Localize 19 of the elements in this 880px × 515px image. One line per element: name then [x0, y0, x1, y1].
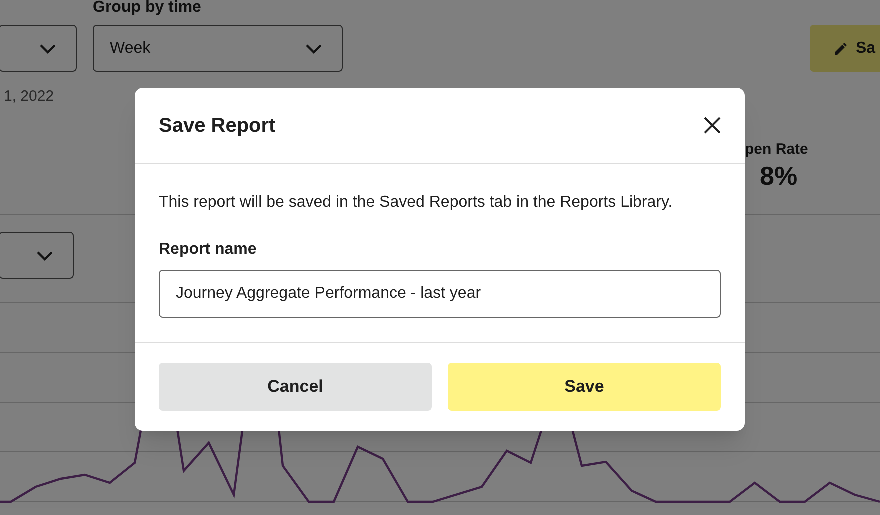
report-name-field[interactable]: Journey Aggregate Performance - last year: [159, 270, 721, 318]
pencil-icon: [834, 42, 848, 56]
chevron-down-icon: [37, 250, 53, 260]
dialog-title: Save Report: [159, 114, 276, 138]
close-icon[interactable]: [704, 117, 721, 134]
dialog-message: This report will be saved in the Saved Reports tab in the Reports Library.: [159, 193, 674, 213]
metric-value: 8%: [759, 160, 798, 192]
group-by-dropdown[interactable]: Week: [93, 25, 343, 72]
metric-label: pen Rate: [745, 140, 808, 160]
cancel-button[interactable]: Cancel: [159, 363, 432, 411]
metric-dropdown[interactable]: [0, 232, 74, 279]
save-button[interactable]: Save: [448, 363, 721, 411]
chevron-down-icon: [40, 44, 56, 54]
date-range-text: 1, 2022: [3, 87, 56, 107]
save-button[interactable]: Sa: [810, 25, 880, 72]
report-name-label: Report name: [159, 240, 258, 260]
chevron-down-icon: [306, 44, 322, 54]
filter-dropdown[interactable]: [0, 25, 77, 72]
group-by-label: Group by time: [93, 0, 202, 16]
